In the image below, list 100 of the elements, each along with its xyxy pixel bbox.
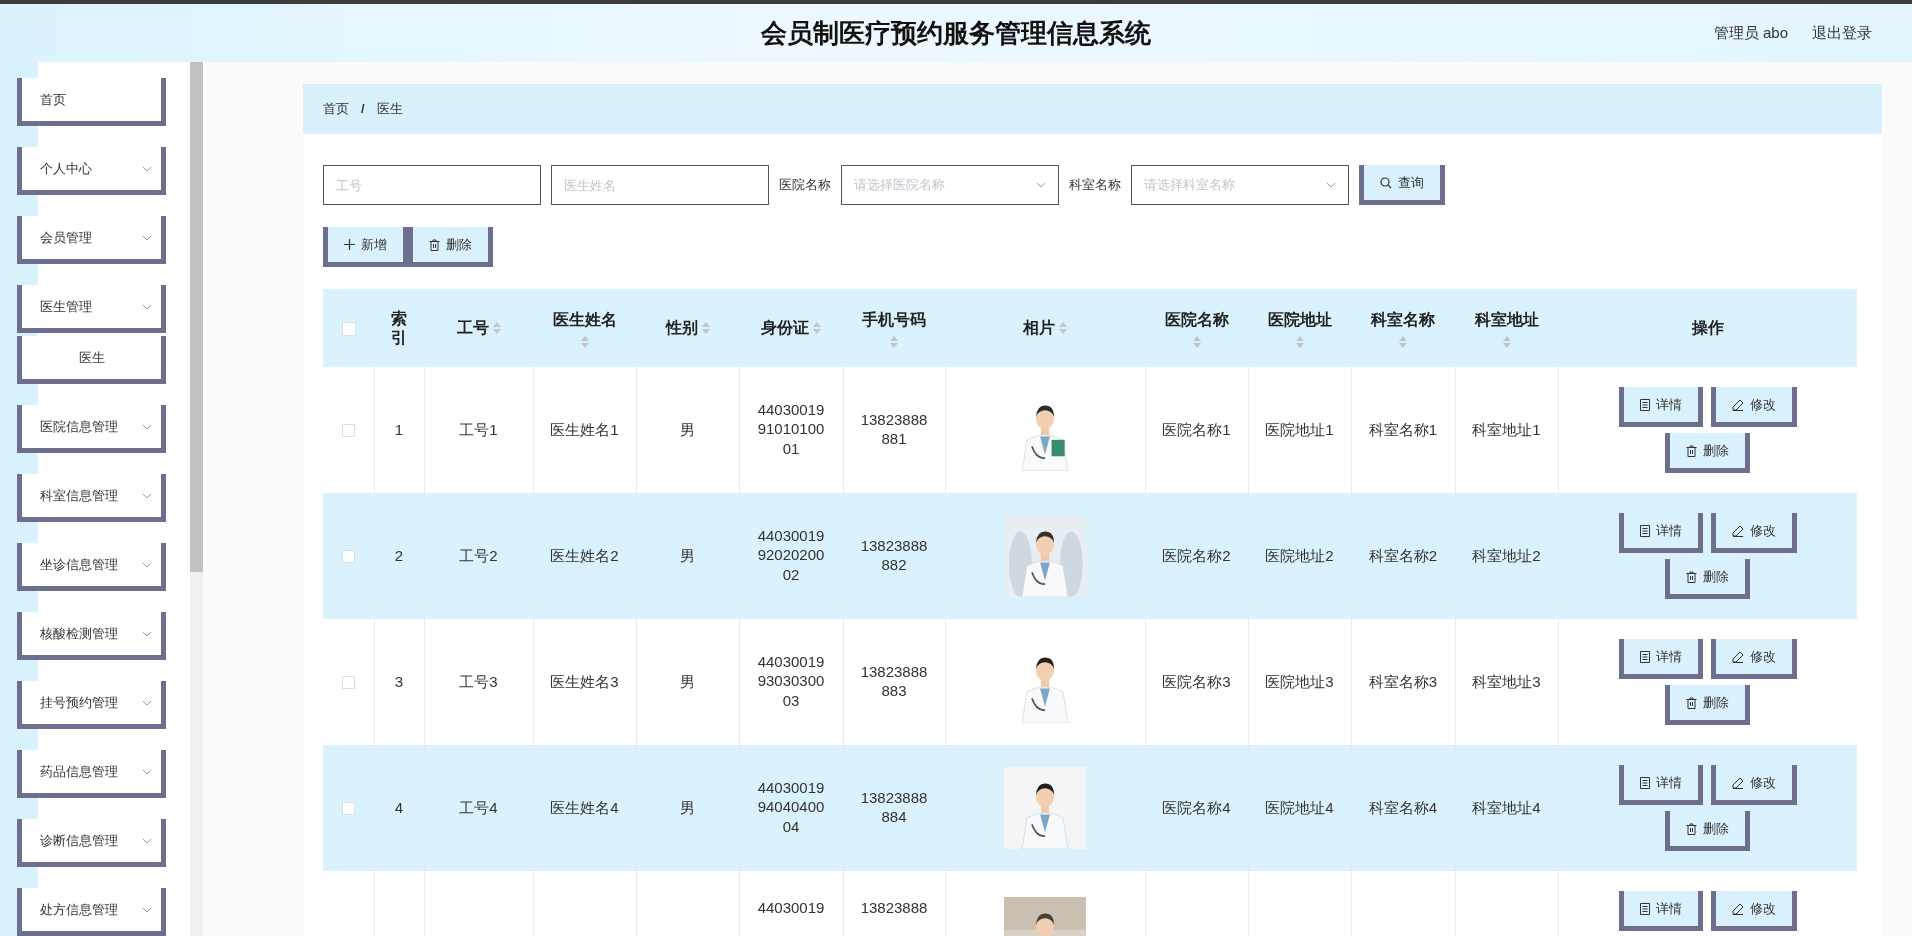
sidebar-item[interactable]: 诊断信息管理 — [17, 819, 166, 867]
app-title: 会员制医疗预约服务管理信息系统 — [761, 16, 1151, 50]
table-cell-text: 44030019 92020200 02 — [756, 525, 826, 585]
table-cell: 医院名称4 — [1162, 797, 1231, 818]
sort-icon[interactable] — [701, 322, 710, 334]
sort-icon[interactable] — [890, 336, 898, 348]
sort-icon[interactable] — [580, 336, 589, 348]
detail-button[interactable]: 详情 — [1618, 891, 1703, 931]
search-button[interactable]: 查询 — [1359, 165, 1445, 205]
search-field[interactable]: 医生姓名 — [551, 165, 769, 205]
chevron-down-icon — [142, 303, 152, 310]
sidebar-item[interactable]: 药品信息管理 — [17, 750, 166, 798]
column-header[interactable]: 科室地址 — [1474, 308, 1539, 332]
sort-icon[interactable] — [492, 322, 501, 334]
table-cell: 工号1 — [459, 419, 498, 440]
sidebar-item[interactable]: 科室信息管理 — [17, 474, 166, 522]
sort-icon[interactable] — [1192, 336, 1201, 348]
table-cell: 医院地址3 — [1265, 671, 1334, 692]
column-header[interactable]: 科室名称 — [1371, 308, 1435, 332]
table-cell: 医院地址4 — [1265, 797, 1334, 818]
table-cell: 医院名称3 — [1162, 671, 1231, 692]
edit-button[interactable]: 修改 — [1710, 387, 1797, 427]
column-header[interactable]: 性别 — [665, 316, 698, 340]
logout-link[interactable]: 退出登录 — [1812, 21, 1872, 45]
sort-icon[interactable] — [1295, 336, 1304, 348]
breadcrumb-item[interactable]: 首页 — [323, 99, 349, 119]
table-cell: 3 — [394, 671, 404, 692]
sidebar-item[interactable]: 处方信息管理 — [17, 888, 166, 936]
column-header[interactable]: 医院地址 — [1267, 308, 1332, 332]
checkbox[interactable] — [341, 424, 355, 438]
table-cell: 44030019 — [757, 898, 825, 918]
search-field[interactable]: 工号 — [323, 165, 541, 205]
sort-icon[interactable] — [813, 322, 821, 334]
chevron-down-icon — [142, 837, 152, 844]
delete-button[interactable]: 删除 — [1665, 811, 1751, 851]
search-icon — [1380, 176, 1392, 189]
sidebar-item[interactable]: 挂号预约管理 — [17, 681, 166, 729]
add-button[interactable]: 新增 — [323, 227, 408, 267]
document-icon — [1639, 776, 1650, 789]
sidebar-item[interactable]: 个人中心 — [17, 147, 166, 195]
delete-button[interactable]: 删除 — [1665, 433, 1751, 473]
table-cell: 男 — [680, 797, 695, 818]
table-cell: 工号2 — [459, 545, 498, 566]
delete-button[interactable]: 删除 — [408, 227, 493, 267]
breadcrumb-item[interactable]: 医生 — [376, 99, 403, 119]
pencil-icon — [1731, 902, 1744, 915]
table-cell: 科室名称1 — [1368, 419, 1438, 440]
column-header[interactable]: 身份证 — [761, 316, 809, 340]
delete-button[interactable]: 删除 — [1665, 685, 1751, 725]
sort-icon[interactable] — [1502, 336, 1511, 348]
column-header[interactable]: 工号 — [456, 316, 489, 340]
edit-button[interactable]: 修改 — [1710, 639, 1797, 679]
table-cell-text: 13823888 883 — [859, 661, 929, 701]
sidebar-item[interactable]: 核酸检测管理 — [17, 612, 166, 660]
table-cell-text: 13823888 881 — [859, 409, 929, 449]
sidebar-item[interactable]: 首页 — [17, 78, 166, 126]
detail-button[interactable]: 详情 — [1618, 639, 1703, 679]
pencil-icon — [1731, 398, 1744, 411]
sidebar-item[interactable]: 坐诊信息管理 — [17, 543, 166, 591]
table-cell-text: 13823888 884 — [859, 787, 929, 827]
pencil-icon — [1731, 524, 1744, 537]
detail-button[interactable]: 详情 — [1618, 387, 1703, 427]
sidebar-scrollbar[interactable] — [190, 62, 203, 936]
delete-button[interactable]: 删除 — [1665, 559, 1751, 599]
table-cell: 科室名称2 — [1368, 545, 1438, 566]
chevron-down-icon — [142, 492, 152, 499]
breadcrumb-separator: / — [361, 100, 365, 119]
table-cell: 2 — [394, 545, 404, 566]
column-header[interactable]: 手机号码 — [862, 308, 926, 332]
table-cell: 男 — [680, 545, 695, 566]
edit-button[interactable]: 修改 — [1710, 765, 1797, 805]
checkbox[interactable] — [341, 802, 355, 816]
sort-icon[interactable] — [1059, 322, 1067, 334]
table-cell: 男 — [680, 671, 695, 692]
table-cell-text: 44030019 93030300 03 — [756, 651, 826, 711]
column-header[interactable]: 相片 — [1023, 316, 1055, 340]
sidebar-item[interactable]: 医生管理 — [17, 285, 166, 333]
edit-button[interactable]: 修改 — [1710, 891, 1797, 931]
column-header[interactable]: 医生姓名 — [552, 308, 617, 332]
chevron-down-icon — [1326, 182, 1336, 188]
field-label: 医院名称 — [779, 176, 831, 195]
checkbox[interactable] — [341, 550, 355, 564]
field-label: 科室名称 — [1069, 176, 1121, 195]
trash-icon — [1686, 570, 1698, 583]
table-cell: 科室地址4 — [1472, 797, 1541, 818]
column-header[interactable]: 医院名称 — [1164, 308, 1229, 332]
chevron-down-icon — [142, 699, 152, 706]
sidebar-item[interactable]: 会员管理 — [17, 216, 166, 264]
edit-button[interactable]: 修改 — [1710, 513, 1797, 553]
sort-icon[interactable] — [1399, 336, 1407, 348]
sidebar-item[interactable]: 医院信息管理 — [17, 405, 166, 453]
sidebar-subitem[interactable]: 医生 — [17, 336, 166, 384]
checkbox[interactable] — [341, 676, 355, 690]
detail-button[interactable]: 详情 — [1618, 765, 1703, 805]
table-cell: 科室地址3 — [1472, 671, 1541, 692]
detail-button[interactable]: 详情 — [1618, 513, 1703, 553]
checkbox[interactable] — [341, 321, 356, 336]
table-cell: 科室地址1 — [1472, 419, 1541, 440]
column-header: 索引 — [391, 308, 407, 348]
user-label: 管理员 abo — [1713, 22, 1788, 43]
